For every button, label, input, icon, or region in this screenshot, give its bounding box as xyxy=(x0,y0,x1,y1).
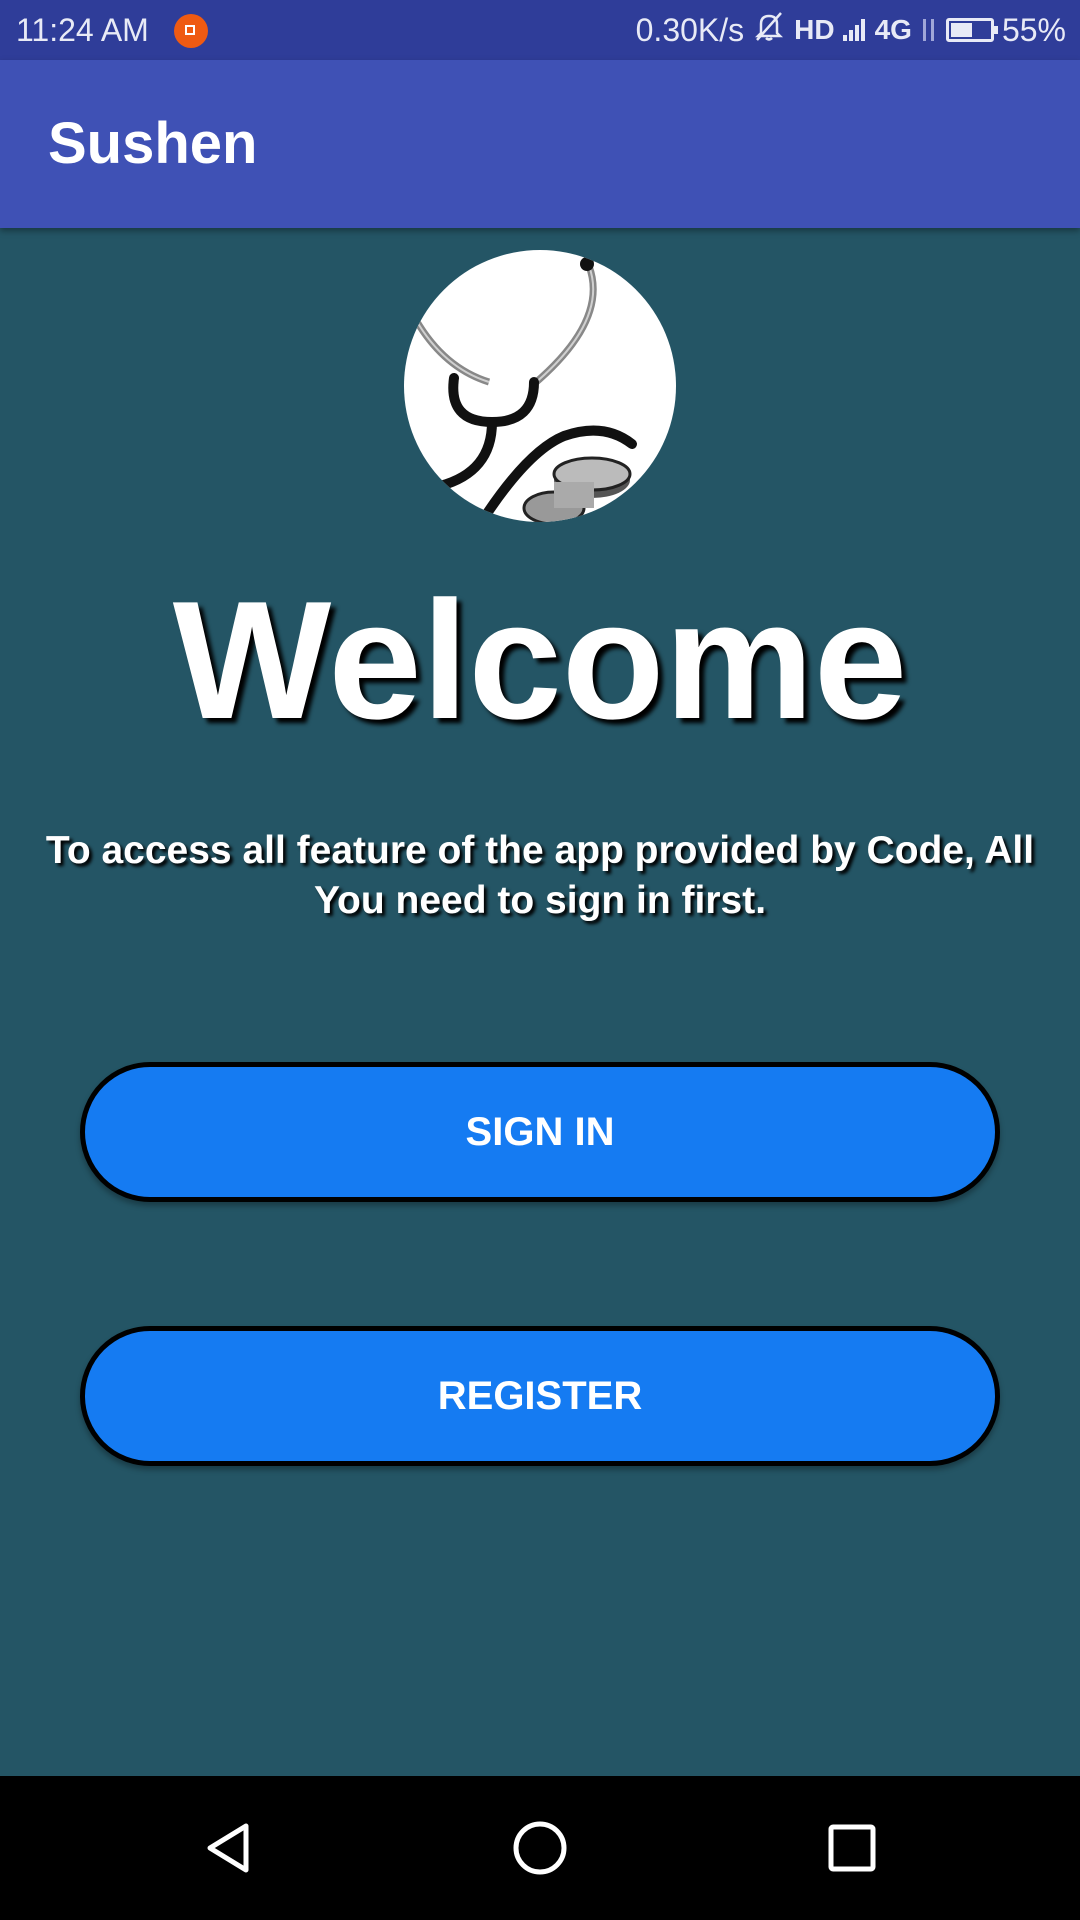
data-arrows-icon xyxy=(920,17,938,43)
status-indicators: 0.30K/s HD 4G 55% xyxy=(628,10,1066,50)
battery-percent: 55% xyxy=(1001,11,1066,48)
welcome-subtitle: To access all feature of the app provide… xyxy=(45,829,1035,922)
stethoscope-icon xyxy=(404,250,676,522)
back-icon[interactable] xyxy=(178,1798,278,1898)
status-time: 11:24 AM xyxy=(16,12,149,48)
register-button[interactable]: REGISTER xyxy=(80,1326,1000,1466)
sign-in-button[interactable]: SIGN IN xyxy=(80,1062,1000,1202)
signal-icon xyxy=(842,19,867,41)
hd-label: HD xyxy=(794,14,835,45)
app-title: Sushen xyxy=(48,111,258,176)
network-type: 4G xyxy=(874,14,912,45)
home-icon[interactable] xyxy=(490,1798,590,1898)
navigation-bar xyxy=(0,1776,1080,1920)
app-bar: Sushen xyxy=(0,60,1080,228)
recents-icon[interactable] xyxy=(802,1798,902,1898)
battery-icon xyxy=(945,18,998,42)
battery-level xyxy=(950,23,972,37)
welcome-heading: Welcome xyxy=(172,566,908,754)
network-speed: 0.30K/s xyxy=(635,12,745,48)
status-bar: 11:24 AM 0.30K/s HD 4G 55% xyxy=(0,0,1080,60)
mute-icon xyxy=(752,9,786,51)
app-notification-icon xyxy=(174,14,208,48)
